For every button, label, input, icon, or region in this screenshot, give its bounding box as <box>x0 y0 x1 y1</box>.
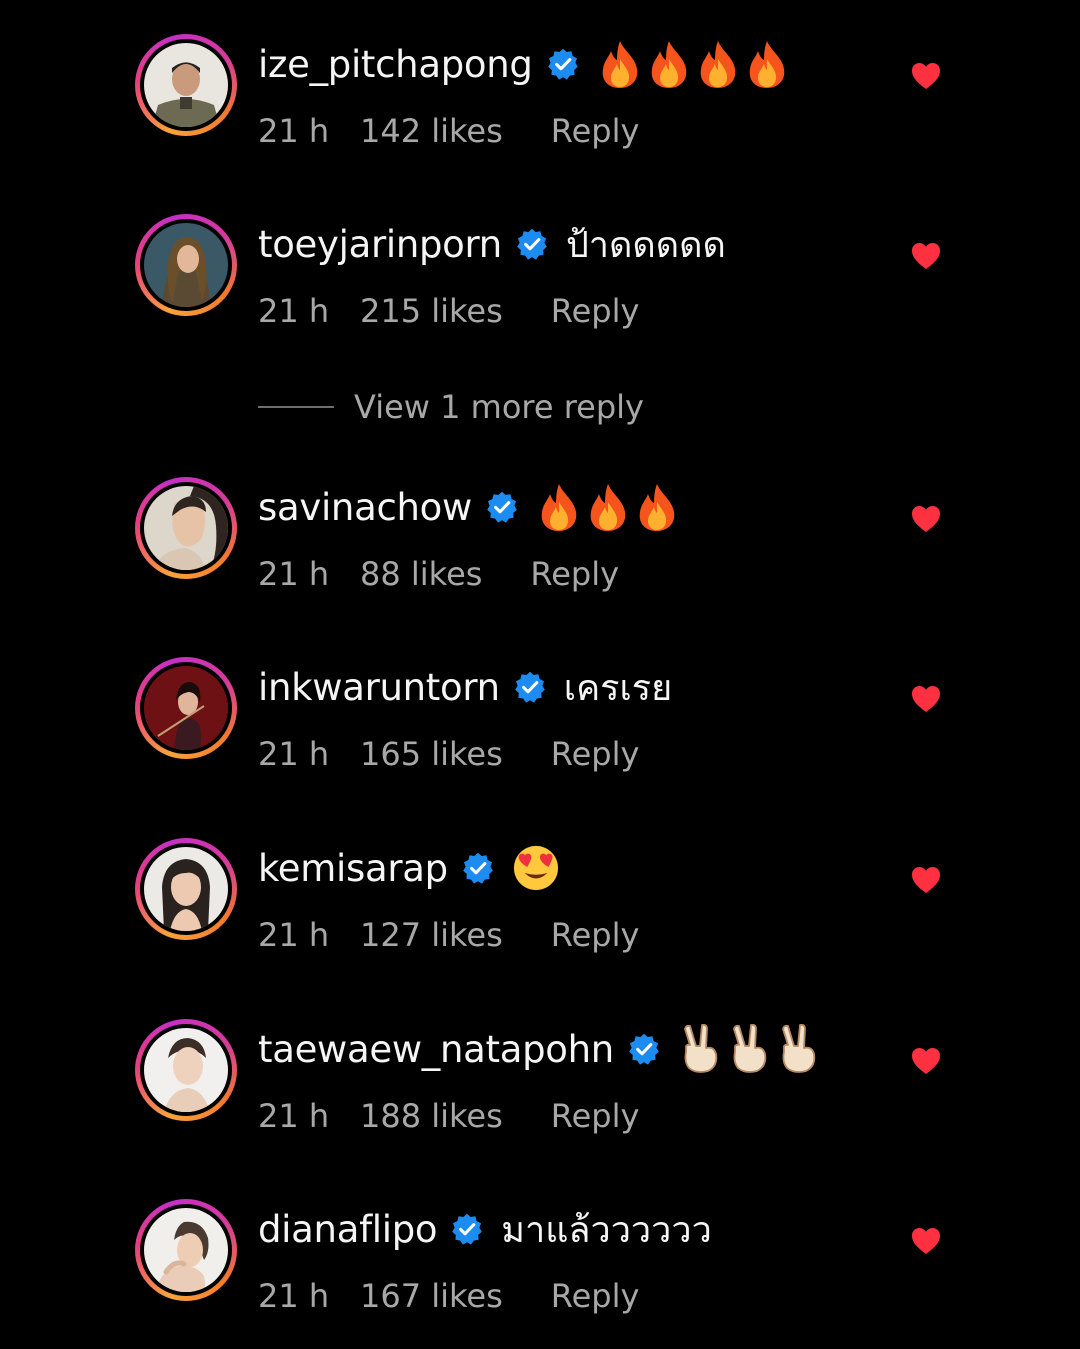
comment-username[interactable]: toeyjarinporn <box>258 223 502 266</box>
avatar <box>144 847 228 931</box>
avatar-story-ring[interactable] <box>135 477 237 579</box>
comment-likes[interactable]: 142 likes <box>360 112 503 150</box>
avatar-ring-gap <box>140 482 232 574</box>
avatar-ring-gap <box>140 39 232 131</box>
comment-time: 21 h <box>258 112 330 150</box>
comment-time: 21 h <box>258 916 330 954</box>
verified-badge-icon <box>487 491 517 523</box>
comment-time: 21 h <box>258 1277 330 1315</box>
comment-time: 21 h <box>258 1097 330 1135</box>
avatar <box>144 1028 228 1112</box>
verified-badge-icon <box>463 852 493 884</box>
fire-emoji-icon <box>590 484 626 531</box>
comment-item: ize_pitchapong 21 h 142 likes Reply <box>0 34 1080 184</box>
fire-emoji-icon <box>700 41 735 88</box>
reply-button[interactable]: Reply <box>530 555 619 593</box>
reply-button[interactable]: Reply <box>551 735 640 773</box>
fire-emoji-icon <box>602 41 637 88</box>
comment-item: inkwaruntorn เครเรย 21 h 165 likes Reply <box>0 657 1080 807</box>
comment-text: เครเรย <box>563 667 673 709</box>
comment-item: dianaflipo มาแล้วววววว 21 h 167 likes Re… <box>0 1199 1080 1349</box>
avatar <box>144 223 228 307</box>
comment-username[interactable]: ize_pitchapong <box>258 43 533 86</box>
verified-badge-icon <box>452 1213 483 1245</box>
reply-button[interactable]: Reply <box>551 916 640 954</box>
avatar-story-ring[interactable] <box>135 34 237 136</box>
comment-likes[interactable]: 215 likes <box>360 292 503 330</box>
avatar-ring-gap <box>140 1204 232 1296</box>
verified-badge-icon <box>517 228 547 260</box>
comment-time: 21 h <box>258 555 330 593</box>
avatar <box>144 486 228 570</box>
reply-button[interactable]: Reply <box>551 292 640 330</box>
victory-hand-emoji-icon <box>733 1024 767 1073</box>
verified-badge-icon <box>629 1033 659 1065</box>
fire-emoji-icon <box>541 484 577 531</box>
like-heart-icon[interactable] <box>911 866 941 894</box>
like-heart-icon[interactable] <box>911 1227 941 1255</box>
comment-username[interactable]: savinachow <box>258 486 472 529</box>
comment-username[interactable]: taewaew_natapohn <box>258 1028 614 1071</box>
avatar <box>144 666 228 750</box>
reply-button[interactable]: Reply <box>551 1097 640 1135</box>
view-more-replies-label: View 1 more reply <box>354 388 644 426</box>
comment-item: savinachow 21 h 88 likes Reply <box>0 477 1080 627</box>
avatar-ring-gap <box>140 662 232 754</box>
comment-likes[interactable]: 88 likes <box>360 555 482 593</box>
comment-likes[interactable]: 167 likes <box>360 1277 503 1315</box>
comment-likes[interactable]: 188 likes <box>360 1097 503 1135</box>
comment-time: 21 h <box>258 292 330 330</box>
comment-time: 21 h <box>258 735 330 773</box>
like-heart-icon[interactable] <box>911 505 941 533</box>
verified-badge-icon <box>514 671 545 703</box>
fire-emoji-icon <box>749 41 784 88</box>
comment-username[interactable]: kemisarap <box>258 847 448 890</box>
comment-item: toeyjarinporn ป้าดดดดด 21 h 215 likes Re… <box>0 214 1080 364</box>
avatar-story-ring[interactable] <box>135 1199 237 1301</box>
reply-button[interactable]: Reply <box>551 112 640 150</box>
avatar-story-ring[interactable] <box>135 214 237 316</box>
comment-item: taewaew_natapohn 21 h 188 likes Reply <box>0 1019 1080 1169</box>
victory-hand-emoji-icon <box>684 1024 718 1073</box>
reply-thread-line <box>258 406 334 408</box>
like-heart-icon[interactable] <box>911 242 941 270</box>
like-heart-icon[interactable] <box>911 685 941 713</box>
comment-username[interactable]: inkwaruntorn <box>258 666 500 709</box>
comment-likes[interactable]: 165 likes <box>360 735 503 773</box>
victory-hand-emoji-icon <box>782 1024 816 1073</box>
like-heart-icon[interactable] <box>911 62 941 90</box>
verified-badge-icon <box>547 48 578 80</box>
comment-item: kemisarap 21 h 127 likes Reply <box>0 838 1080 988</box>
comment-text: มาแล้วววววว <box>501 1209 712 1251</box>
like-heart-icon[interactable] <box>911 1047 941 1075</box>
view-more-replies-button[interactable]: View 1 more reply <box>258 386 644 428</box>
avatar <box>144 43 228 127</box>
fire-emoji-icon <box>651 41 686 88</box>
avatar-ring-gap <box>140 219 232 311</box>
avatar-story-ring[interactable] <box>135 838 237 940</box>
heart-eyes-emoji-icon <box>513 845 558 891</box>
avatar-ring-gap <box>140 1024 232 1116</box>
comment-text: ป้าดดดดด <box>565 224 726 266</box>
comment-likes[interactable]: 127 likes <box>360 916 503 954</box>
fire-emoji-icon <box>639 484 675 531</box>
avatar <box>144 1208 228 1292</box>
reply-button[interactable]: Reply <box>551 1277 640 1315</box>
avatar-story-ring[interactable] <box>135 1019 237 1121</box>
comment-username[interactable]: dianaflipo <box>258 1208 438 1251</box>
avatar-story-ring[interactable] <box>135 657 237 759</box>
avatar-ring-gap <box>140 843 232 935</box>
